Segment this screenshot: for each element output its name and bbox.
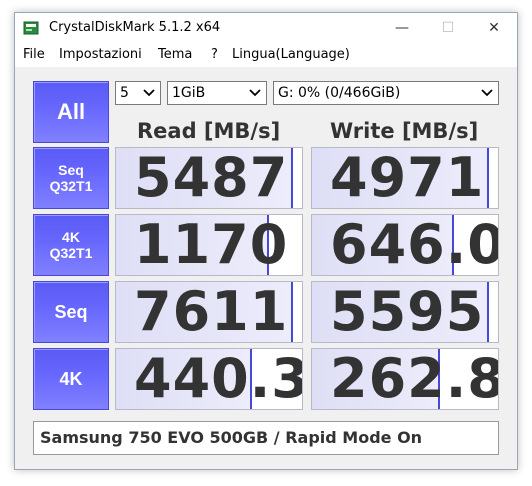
minimize-button[interactable]: — xyxy=(379,13,425,43)
write-value: 5595 xyxy=(330,281,485,343)
4k-button[interactable]: 4K xyxy=(33,348,109,410)
app-window: CrystalDiskMark 5.1.2 x64 — ☐ ✕ File Imp… xyxy=(14,12,518,470)
row-label-line1: Seq xyxy=(58,162,84,178)
menu-language[interactable]: Lingua(Language) xyxy=(232,47,350,62)
row-label-line1: Seq xyxy=(54,301,88,322)
title-bar[interactable]: CrystalDiskMark 5.1.2 x64 — ☐ ✕ xyxy=(15,13,517,43)
write-result-seq-q32t1: 4971 xyxy=(311,147,499,209)
write-header: Write [MB/s] xyxy=(330,119,479,143)
read-header: Read [MB/s] xyxy=(137,119,281,143)
all-button[interactable]: All xyxy=(33,81,109,143)
read-result-4k: 440.3 xyxy=(115,348,303,410)
all-button-label: All xyxy=(56,99,86,124)
seq-q32t1-button[interactable]: Seq Q32T1 xyxy=(33,147,109,209)
row-label-line1: 4K xyxy=(59,368,83,389)
write-result-4k: 262.8 xyxy=(311,348,499,410)
drive-select[interactable]: G: 0% (0/466GiB) xyxy=(273,81,499,105)
maximize-button[interactable]: ☐ xyxy=(425,13,471,43)
write-result-seq: 5595 xyxy=(311,281,499,343)
row-label-line2: Q32T1 xyxy=(49,178,93,194)
write-value: 4971 xyxy=(330,147,485,209)
menu-settings[interactable]: Impostazioni xyxy=(59,47,142,62)
close-icon: ✕ xyxy=(488,20,500,36)
read-value: 440.3 xyxy=(134,348,303,410)
drive-value: G: 0% (0/466GiB) xyxy=(278,85,401,101)
comment-text: Samsung 750 EVO 500GB / Rapid Mode On xyxy=(40,428,423,447)
chevron-down-icon xyxy=(481,89,493,97)
row-label-line2: Q32T1 xyxy=(49,245,93,261)
4k-q32t1-button[interactable]: 4K Q32T1 xyxy=(33,214,109,276)
menu-file[interactable]: File xyxy=(23,47,45,62)
read-result-4k-q32t1: 1170 xyxy=(115,214,303,276)
chevron-down-icon xyxy=(249,89,261,97)
read-result-seq: 7611 xyxy=(115,281,303,343)
app-icon xyxy=(23,21,39,35)
read-result-seq-q32t1: 5487 xyxy=(115,147,303,209)
test-size-select[interactable]: 1GiB xyxy=(167,81,267,105)
test-count-value: 5 xyxy=(120,85,129,101)
menu-theme[interactable]: Tema xyxy=(158,47,192,62)
write-value: 646.0 xyxy=(330,214,499,276)
main-panel: All 5 1GiB G: 0% (0/466GiB) Read [MB/s] … xyxy=(15,67,517,469)
read-value: 7611 xyxy=(134,281,289,343)
chevron-down-icon xyxy=(143,89,155,97)
read-value: 5487 xyxy=(134,147,289,209)
close-button[interactable]: ✕ xyxy=(471,13,517,43)
maximize-icon: ☐ xyxy=(441,20,455,36)
comment-field[interactable]: Samsung 750 EVO 500GB / Rapid Mode On xyxy=(33,421,499,455)
window-title: CrystalDiskMark 5.1.2 x64 xyxy=(49,20,221,35)
test-count-select[interactable]: 5 xyxy=(115,81,161,105)
write-value: 262.8 xyxy=(330,348,499,410)
test-size-value: 1GiB xyxy=(172,85,206,101)
seq-button[interactable]: Seq xyxy=(33,281,109,343)
minimize-icon: — xyxy=(395,20,409,36)
menu-bar: File Impostazioni Tema ? Lingua(Language… xyxy=(15,43,517,67)
menu-help[interactable]: ? xyxy=(211,47,218,62)
read-value: 1170 xyxy=(134,214,289,276)
write-result-4k-q32t1: 646.0 xyxy=(311,214,499,276)
row-label-line1: 4K xyxy=(62,229,80,245)
